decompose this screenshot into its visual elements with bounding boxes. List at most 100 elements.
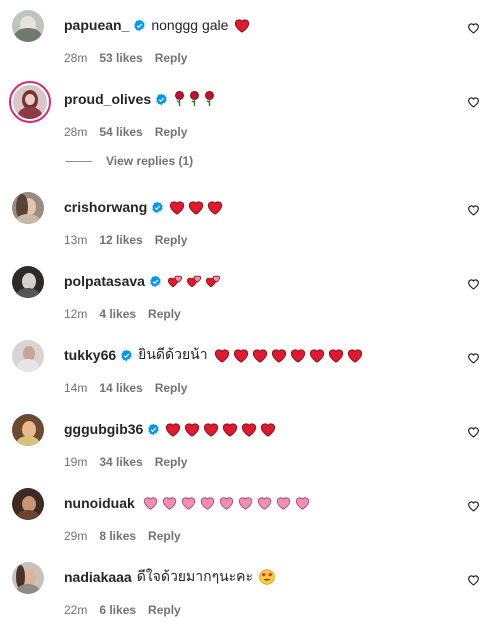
comment: polpatasava 12m 4 likes Reply <box>0 266 494 326</box>
pink-heart-icon <box>162 497 176 510</box>
comment-time[interactable]: 22m <box>64 603 87 617</box>
comment-username[interactable]: tukky66 <box>64 347 116 363</box>
reply-button[interactable]: Reply <box>155 233 188 247</box>
comment-meta: 28m 54 likes Reply <box>64 125 199 139</box>
comment-meta: 12m 4 likes Reply <box>64 307 193 321</box>
comment-line: tukky66 ยินดีด้วยน้า <box>64 344 366 366</box>
comment-likes[interactable]: 8 likes <box>99 529 136 543</box>
verified-badge-icon <box>148 423 159 435</box>
red-heart-icon <box>271 349 286 363</box>
comment-likes[interactable]: 14 likes <box>99 381 142 395</box>
comment-meta: 13m 12 likes Reply <box>64 233 199 247</box>
comment-text: ยินดีด้วยน้า <box>138 344 365 366</box>
heart-outline-icon[interactable] <box>467 96 480 108</box>
comment: gggubgib36 19m 34 likes Reply <box>0 414 494 474</box>
comment-likes[interactable]: 34 likes <box>99 455 142 469</box>
comment-line: crishorwang <box>64 196 226 218</box>
heart-outline-icon[interactable] <box>467 352 480 364</box>
comment-likes[interactable]: 54 likes <box>99 125 142 139</box>
comment-time[interactable]: 19m <box>64 455 87 469</box>
comment-time[interactable]: 28m <box>64 51 87 65</box>
red-heart-icon <box>290 349 305 363</box>
comment-body: nonggg gale <box>151 17 229 33</box>
avatar[interactable] <box>12 488 44 520</box>
reply-button[interactable]: Reply <box>155 51 188 65</box>
avatar[interactable] <box>12 10 44 42</box>
red-heart-icon <box>235 19 250 33</box>
comment-line: proud_olives <box>64 88 218 110</box>
reply-button[interactable]: Reply <box>155 381 188 395</box>
reply-button[interactable]: Reply <box>155 125 188 139</box>
comment-username[interactable]: papuean_ <box>64 17 129 33</box>
avatar[interactable] <box>12 562 44 594</box>
comment-text <box>143 496 314 510</box>
comment-likes[interactable]: 53 likes <box>99 51 142 65</box>
comment-username[interactable]: polpatasava <box>64 273 145 289</box>
comment: crishorwang 13m 12 likes Reply <box>0 192 494 252</box>
comment-username[interactable]: nadiakaaa <box>64 569 132 585</box>
comment-username[interactable]: gggubgib36 <box>64 421 143 437</box>
comment-likes[interactable]: 12 likes <box>99 233 142 247</box>
red-heart-icon <box>189 201 204 215</box>
heart-outline-icon[interactable] <box>467 278 480 290</box>
verified-badge-icon <box>156 93 167 105</box>
comment: tukky66 ยินดีด้วยน้า 14m 14 likes Reply <box>0 340 494 400</box>
verified-badge-icon <box>152 201 163 213</box>
comment-line: papuean_ nonggg gale <box>64 14 253 36</box>
comment-text <box>167 274 224 289</box>
heart-outline-icon[interactable] <box>467 426 480 438</box>
comment-meta: 14m 14 likes Reply <box>64 381 199 395</box>
comment-meta: 29m 8 likes Reply <box>64 529 193 543</box>
red-heart-icon <box>233 349 248 363</box>
comment-time[interactable]: 28m <box>64 125 87 139</box>
pink-heart-icon <box>143 497 157 510</box>
avatar[interactable] <box>12 414 44 446</box>
heart-outline-icon[interactable] <box>467 574 480 586</box>
rose-icon <box>175 91 185 107</box>
red-heart-icon <box>185 423 200 437</box>
red-heart-icon <box>208 201 223 215</box>
heart-outline-icon[interactable] <box>467 500 480 512</box>
comment-meta: 22m 6 likes Reply <box>64 603 193 617</box>
comment-line: nadiakaaa ดีใจด้วยมากๆนะคะ <box>64 566 275 588</box>
red-heart-icon <box>170 201 185 215</box>
avatar[interactable] <box>12 192 44 224</box>
comment-line: nunoiduak <box>64 492 314 514</box>
comment-time[interactable]: 29m <box>64 529 87 543</box>
comment-text <box>169 200 226 215</box>
comment-time[interactable]: 14m <box>64 381 87 395</box>
comment-likes[interactable]: 6 likes <box>99 603 136 617</box>
red-heart-icon <box>242 423 257 437</box>
red-heart-icon <box>252 349 267 363</box>
red-heart-icon <box>328 349 343 363</box>
rose-icon <box>190 91 200 107</box>
comment-meta: 28m 53 likes Reply <box>64 51 199 65</box>
pink-heart-icon <box>276 497 290 510</box>
pink-heart-icon <box>257 497 271 510</box>
view-replies-button[interactable]: View replies (1) <box>66 154 193 168</box>
verified-badge-icon <box>121 349 132 361</box>
comment-time[interactable]: 13m <box>64 233 87 247</box>
heart-outline-icon[interactable] <box>467 22 480 34</box>
comment-username[interactable]: crishorwang <box>64 199 147 215</box>
comment-likes[interactable]: 4 likes <box>99 307 136 321</box>
heart-outline-icon[interactable] <box>467 204 480 216</box>
comment-username[interactable]: nunoiduak <box>64 495 135 511</box>
avatar[interactable] <box>12 340 44 372</box>
reply-button[interactable]: Reply <box>155 455 188 469</box>
comment-body: ยินดีด้วยน้า <box>138 346 208 362</box>
red-heart-icon <box>347 349 362 363</box>
comment-time[interactable]: 12m <box>64 307 87 321</box>
avatar-story-ring[interactable] <box>9 81 51 123</box>
comment-username[interactable]: proud_olives <box>64 91 151 107</box>
comment: proud_olives 28m 54 likes Reply <box>0 81 494 144</box>
reply-button[interactable]: Reply <box>148 529 181 543</box>
two-hearts-icon <box>167 275 183 287</box>
comment-text: ดีใจด้วยมากๆนะคะ <box>137 566 275 588</box>
comment-text: nonggg gale <box>151 17 253 33</box>
avatar[interactable] <box>12 266 44 298</box>
reply-button[interactable]: Reply <box>148 603 181 617</box>
red-heart-icon <box>204 423 219 437</box>
heart-eyes-emoji-icon <box>259 569 275 585</box>
reply-button[interactable]: Reply <box>148 307 181 321</box>
